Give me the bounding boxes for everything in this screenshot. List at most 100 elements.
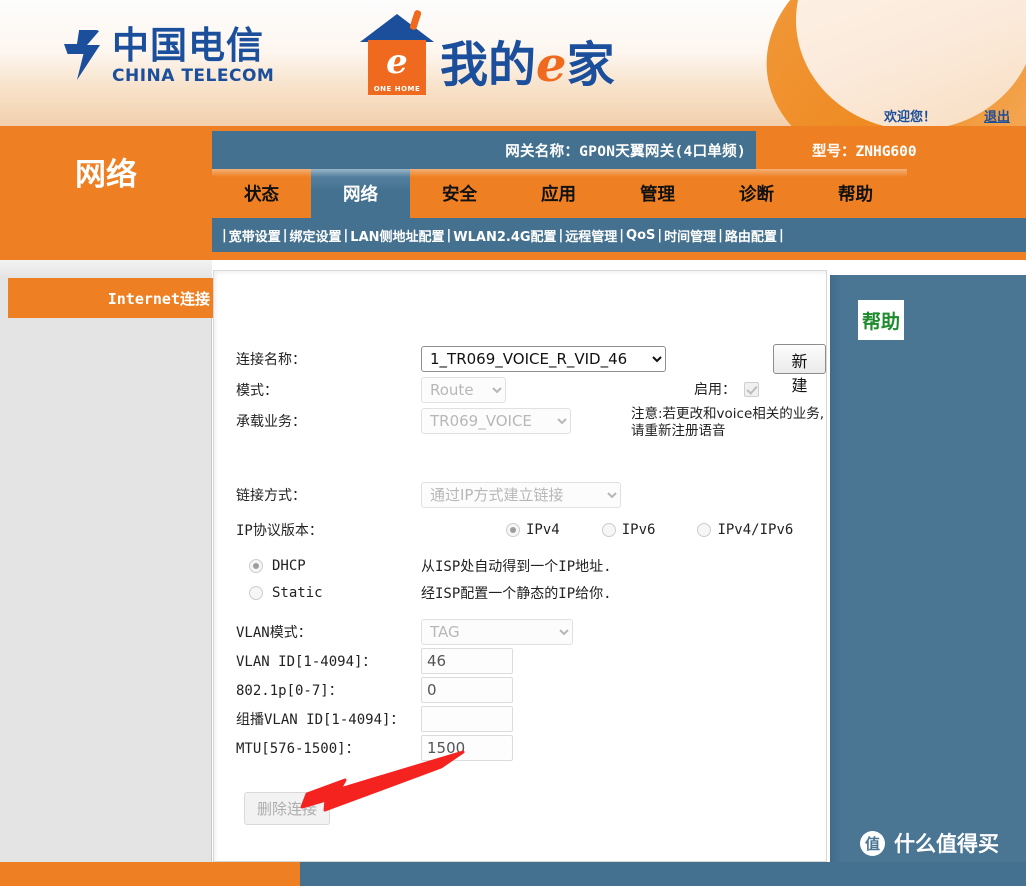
static-description: 经ISP配置一个静态的IP给你. <box>421 586 612 602</box>
enable-group: 启用： <box>694 379 759 399</box>
static-radio[interactable] <box>249 586 263 600</box>
help-sidebar: 帮助 <box>830 275 1026 862</box>
subnav-item-lan-address[interactable]: LAN侧地址配置 <box>350 226 444 245</box>
link-mode-select[interactable]: 通过IP方式建立链接 <box>421 482 621 508</box>
control-mtu <box>421 735 513 761</box>
vlan-id-input[interactable] <box>421 648 513 674</box>
subnav-separator: | <box>558 227 564 243</box>
dual-stack-label: IPv4/IPv6 <box>717 522 794 538</box>
footer-left-strip <box>0 862 300 886</box>
subnav-separator: | <box>657 227 663 243</box>
logout-link[interactable]: 退出 <box>984 106 1010 125</box>
dual-stack-radio[interactable] <box>697 523 712 537</box>
address-mode-group: DHCP 从ISP处自动得到一个IP地址. Static 经ISP配置一个静态的… <box>236 556 826 603</box>
welcome-text: 欢迎您！ <box>883 110 936 125</box>
left-sidebar: Internet连接 <box>0 260 220 862</box>
gateway-info-bar: 网关名称：GPON天翼网关(4口单频) 型号：ZNHG600 <box>212 131 1026 169</box>
subnav-item-qos[interactable]: QoS <box>626 228 655 243</box>
subnav-item-remote-management[interactable]: 远程管理 <box>565 226 617 245</box>
address-mode-dhcp[interactable]: DHCP <box>236 558 421 574</box>
subnav-separator: | <box>222 227 227 243</box>
top-banner: 中国电信 CHINA TELECOM e ONE HOME 我的e家 欢迎您！ … <box>0 0 1026 126</box>
row-vlan-id: VLAN ID[1-4094]： <box>236 648 826 674</box>
house-roof-shape <box>360 14 434 42</box>
row-vlan-mode: VLAN模式： TAG <box>236 619 826 645</box>
label-enable: 启用： <box>694 382 736 398</box>
gateway-name: 网关名称：GPON天翼网关(4口单频) <box>212 131 756 169</box>
ipv6-radio[interactable] <box>601 523 616 537</box>
tab-security[interactable]: 安全 <box>410 169 509 218</box>
label-service: 承载业务： <box>236 414 306 430</box>
row-ip-version: IP协议版本： IPv4 IPv6 IPv4/IPv6 <box>236 518 826 542</box>
address-mode-static[interactable]: Static <box>236 585 421 601</box>
subnav-item-time-management[interactable]: 时间管理 <box>664 226 716 245</box>
voice-note: 注意:若更改和voice相关的业务,请重新注册语音 <box>631 406 825 439</box>
row-mtu: MTU[576-1500]： <box>236 735 826 761</box>
label-link-mode: 链接方式： <box>236 488 306 504</box>
connection-name-select[interactable]: 1_TR069_VOICE_R_VID_46 <box>421 346 666 372</box>
pbit-input[interactable] <box>421 677 513 703</box>
china-telecom-logo: 中国电信 CHINA TELECOM <box>62 24 275 87</box>
delete-connection-button[interactable]: 删除连接 <box>244 792 331 825</box>
ehome-word-2: e <box>536 37 567 93</box>
control-link-mode: 通过IP方式建立链接 <box>421 482 621 508</box>
china-telecom-mark-icon <box>62 26 106 84</box>
label-connection-name: 连接名称： <box>236 352 306 368</box>
house-body-shape: e <box>368 40 426 84</box>
ehome-e-glyph: e <box>386 42 408 82</box>
ipv4-label: IPv4 <box>526 522 560 538</box>
subnav-separator: | <box>343 227 349 243</box>
ipver-option-ipv4[interactable]: IPv4 <box>506 522 560 538</box>
ipver-option-dual[interactable]: IPv4/IPv6 <box>697 522 793 538</box>
dhcp-radio[interactable] <box>249 559 263 573</box>
label-mcast-vlan-id: 组播VLAN ID[1-4094]： <box>236 712 405 728</box>
dhcp-label: DHCP <box>272 558 306 574</box>
label-vlan-mode: VLAN模式： <box>236 625 312 641</box>
control-ip-version: IPv4 IPv6 IPv4/IPv6 <box>421 522 793 538</box>
mode-select[interactable]: Route <box>421 377 506 403</box>
subnav-separator: | <box>282 227 288 243</box>
china-telecom-chinese-name: 中国电信 <box>112 24 264 67</box>
watermark: 值 什么值得买 <box>840 822 1026 864</box>
control-pbit <box>421 677 513 703</box>
tab-application[interactable]: 应用 <box>509 169 608 218</box>
row-mode: 模式： Route 启用： <box>236 377 826 403</box>
china-telecom-english-name: CHINA TELECOM <box>112 66 275 86</box>
vlan-mode-select[interactable]: TAG <box>421 619 573 645</box>
section-title: 网络 <box>0 126 212 260</box>
tab-status[interactable]: 状态 <box>212 169 311 218</box>
subnav-item-route-config[interactable]: 路由配置 <box>725 226 777 245</box>
sidebar-item-internet-connection[interactable]: Internet连接 <box>8 278 220 318</box>
page-body: Internet连接 连接名称： 1_TR069_VOICE_R_VID_46 … <box>0 260 1026 862</box>
tab-help[interactable]: 帮助 <box>806 169 905 218</box>
subnav-item-binding[interactable]: 绑定设置 <box>290 226 342 245</box>
help-button[interactable]: 帮助 <box>858 300 904 340</box>
ehome-word-1: 我的 <box>440 37 537 93</box>
static-label: Static <box>272 585 323 601</box>
service-select[interactable]: TR069_VOICE <box>421 408 571 434</box>
row-service: 承载业务： TR069_VOICE 注意:若更改和voice相关的业务,请重新注… <box>236 406 826 439</box>
mtu-input[interactable] <box>421 735 513 761</box>
ipv4-radio[interactable] <box>506 523 520 537</box>
gateway-model: 型号：ZNHG600 <box>812 143 917 160</box>
ipv6-label: IPv6 <box>621 522 656 538</box>
tab-diagnostics[interactable]: 诊断 <box>707 169 806 218</box>
ipver-option-ipv6[interactable]: IPv6 <box>601 522 656 538</box>
main-content-panel: 连接名称： 1_TR069_VOICE_R_VID_46 新建 模式： Rout… <box>213 270 827 862</box>
control-service: TR069_VOICE <box>421 408 571 434</box>
enable-checkbox[interactable] <box>744 381 759 397</box>
subnav-item-wlan24g[interactable]: WLAN2.4G配置 <box>453 226 556 245</box>
watermark-text: 什么值得买 <box>894 832 999 856</box>
navigation-block: 网络 网关名称：GPON天翼网关(4口单频) 型号：ZNHG600 状态 网络 … <box>0 126 1026 260</box>
subnav-item-broadband[interactable]: 宽带设置 <box>229 226 281 245</box>
tab-network[interactable]: 网络 <box>311 169 410 218</box>
one-home-tag: ONE HOME <box>368 84 426 95</box>
row-connection-name: 连接名称： 1_TR069_VOICE_R_VID_46 新建 <box>236 344 826 395</box>
control-vlan-mode: TAG <box>421 619 573 645</box>
mcast-vlan-id-input[interactable] <box>421 706 513 732</box>
ehome-word-3: 家 <box>566 37 615 93</box>
tab-management[interactable]: 管理 <box>608 169 707 218</box>
connection-form: 连接名称： 1_TR069_VOICE_R_VID_46 新建 模式： Rout… <box>236 344 826 825</box>
new-connection-button[interactable]: 新建 <box>773 344 826 395</box>
sub-navigation: | 宽带设置 | 绑定设置 | LAN侧地址配置 | WLAN2.4G配置 | … <box>212 218 1026 252</box>
